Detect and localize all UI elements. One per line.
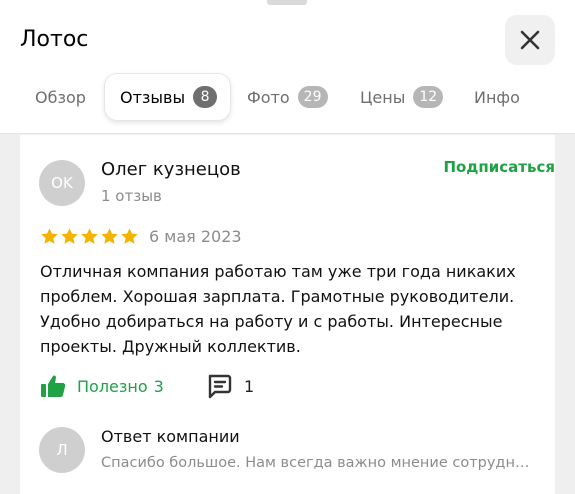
tab-label: Фото [247, 87, 290, 107]
drag-handle[interactable] [267, 0, 307, 5]
tab-reviews[interactable]: Отзывы 8 [105, 74, 231, 120]
comments-button[interactable]: 1 [206, 373, 254, 399]
close-icon [520, 30, 540, 50]
author-name[interactable]: Олег кузнецов [101, 159, 241, 180]
star-icon [41, 228, 58, 244]
subscribe-button[interactable]: Подписаться [443, 158, 555, 176]
company-avatar: Л [39, 427, 85, 473]
star-icon [101, 228, 118, 244]
count-badge: 8 [193, 86, 218, 108]
company-reply-text[interactable]: Спасибо большое. Нам всегда важно мнение… [101, 455, 535, 471]
tab-label: Цены [360, 87, 406, 107]
tab-label: Отзывы [120, 87, 186, 107]
review-date: 6 мая 2023 [149, 227, 242, 246]
comments-count: 1 [244, 376, 255, 396]
useful-button[interactable]: Полезно 3 [40, 373, 164, 399]
star-icon [81, 228, 98, 244]
review-card: OK Олег кузнецов 1 отзыв Подписаться 6 м… [20, 135, 555, 494]
place-header: Лотос Обзор Отзывы 8 Фото 29 Цены 12 Инф… [0, 0, 575, 134]
tab-label: Инфо [474, 87, 520, 107]
tab-photos[interactable]: Фото 29 [247, 74, 328, 120]
close-button[interactable] [505, 15, 555, 65]
comment-icon [208, 374, 232, 399]
tab-label: Обзор [35, 87, 86, 107]
tab-bar: Обзор Отзывы 8 Фото 29 Цены 12 Инфо [0, 74, 575, 120]
place-title: Лотос [20, 27, 89, 52]
tab-prices[interactable]: Цены 12 [360, 74, 444, 120]
rating-stars [40, 227, 139, 247]
star-icon [61, 228, 78, 244]
review-text: Отличная компания работаю там уже три го… [40, 262, 516, 356]
thumbs-up-icon [41, 375, 66, 397]
star-icon [121, 228, 138, 244]
count-badge: 12 [413, 86, 444, 108]
tab-overview[interactable]: Обзор [35, 74, 86, 120]
avatar[interactable]: OK [39, 160, 85, 206]
count-badge: 29 [297, 86, 328, 108]
useful-label: Полезно [77, 376, 148, 396]
tab-info[interactable]: Инфо [474, 74, 520, 120]
company-reply-title: Ответ компании [101, 427, 240, 446]
useful-count: 3 [153, 376, 164, 396]
author-review-count: 1 отзыв [101, 187, 162, 205]
